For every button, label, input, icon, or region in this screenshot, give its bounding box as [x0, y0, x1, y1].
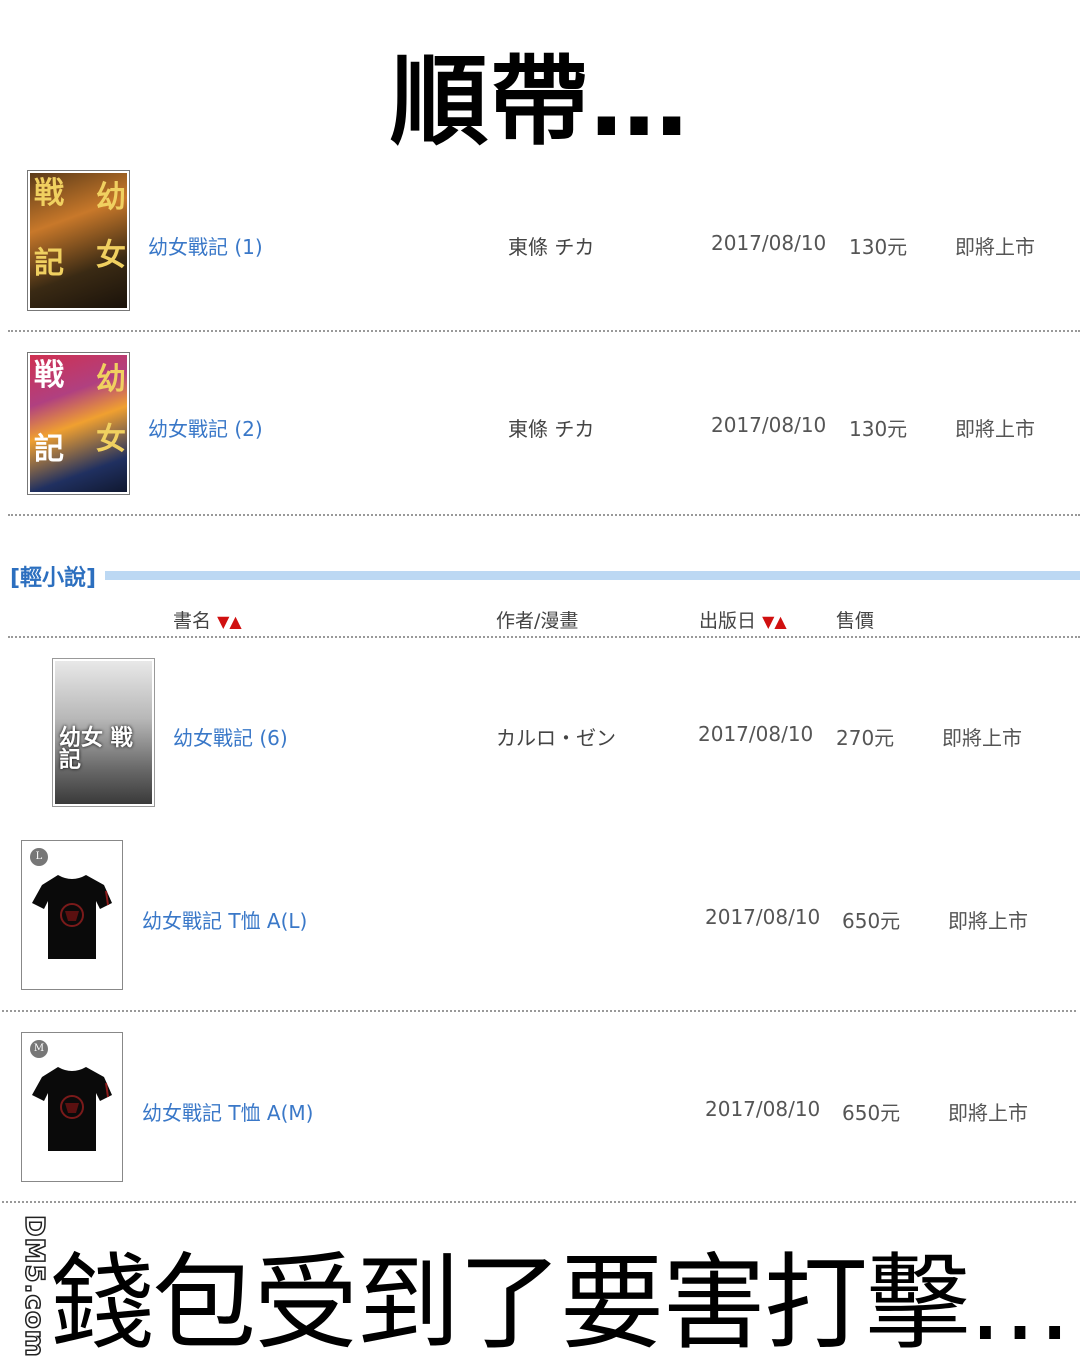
product-price: 650元 [842, 909, 901, 933]
product-date: 2017/08/10 [711, 413, 827, 437]
product-author: 東條 チカ [508, 417, 595, 441]
sort-desc-arrow[interactable]: ▼ [217, 612, 229, 631]
row-divider [8, 514, 1080, 516]
row-divider [2, 1010, 1076, 1012]
product-title-link[interactable]: 幼女戰記 T恤 A(M) [142, 1097, 313, 1126]
column-header-author: 作者/漫畫 [496, 610, 579, 632]
sort-desc-arrow[interactable]: ▼ [762, 612, 774, 631]
watermark-logo: DM5.com [18, 1214, 50, 1358]
product-title-link[interactable]: 幼女戰記 T恤 A(L) [142, 905, 307, 934]
header-divider [8, 636, 1080, 638]
product-status: 即將上市 [955, 235, 1035, 259]
row-divider [8, 330, 1080, 332]
column-header-date: 出版日 ▼▲ [699, 610, 787, 632]
section-title-light-novel: [輕小說] [10, 566, 97, 591]
column-header-title: 書名 ▼▲ [173, 610, 242, 632]
book-cover-image[interactable]: 戦 幼 記 女 [27, 352, 130, 495]
product-date: 2017/08/10 [705, 1097, 821, 1121]
tshirt-icon [32, 1067, 112, 1151]
product-price: 130元 [849, 417, 908, 441]
product-status: 即將上市 [955, 417, 1035, 441]
product-title-link[interactable]: 幼女戰記 (2) [148, 413, 263, 442]
product-author: 東條 チカ [508, 235, 595, 259]
row-divider [2, 1201, 1076, 1203]
product-author: カルロ・ゼン [496, 726, 616, 750]
book-cover-image[interactable]: 戦 幼 記 女 [27, 170, 130, 311]
product-price: 650元 [842, 1101, 901, 1125]
product-price: 270元 [836, 726, 895, 750]
column-header-price: 售價 [836, 610, 875, 632]
sort-asc-arrow[interactable]: ▲ [229, 612, 241, 631]
product-price: 130元 [849, 235, 908, 259]
product-title-link[interactable]: 幼女戰記 (6) [173, 722, 288, 751]
product-date: 2017/08/10 [711, 231, 827, 255]
footer-caption: 錢包受到了要害打擊… [50, 1242, 1072, 1364]
tshirt-image[interactable]: L [21, 840, 123, 990]
product-status: 即將上市 [942, 726, 1022, 750]
product-date: 2017/08/10 [705, 905, 821, 929]
tshirt-image[interactable]: M [21, 1032, 123, 1182]
product-title-link[interactable]: 幼女戰記 (1) [148, 231, 263, 260]
tshirt-icon [32, 875, 112, 959]
sort-asc-arrow[interactable]: ▲ [774, 612, 786, 631]
product-date: 2017/08/10 [698, 722, 814, 746]
book-cover-image[interactable]: 幼女 戦記 [52, 658, 155, 807]
headline-caption: 順帶… [389, 45, 690, 159]
product-status: 即將上市 [948, 909, 1028, 933]
section-bar [105, 571, 1080, 580]
product-status: 即將上市 [948, 1101, 1028, 1125]
